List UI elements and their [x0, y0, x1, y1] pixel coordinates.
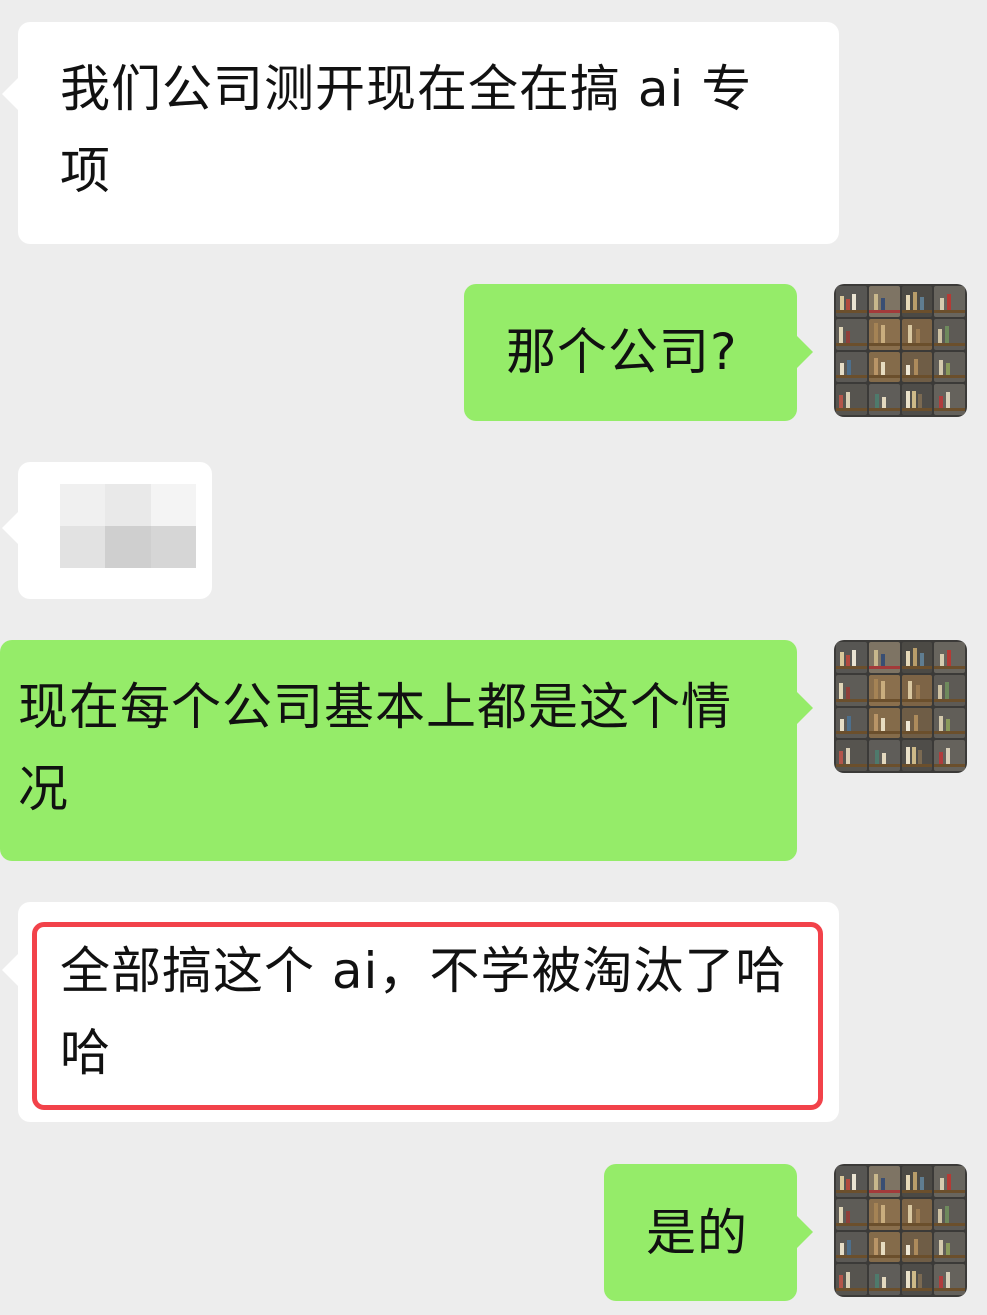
bookshelf-avatar-icon [836, 642, 867, 673]
bookshelf-avatar-icon [836, 1166, 867, 1197]
bubble-tail [2, 954, 18, 986]
message-bubble-incoming[interactable]: 我们公司测开现在全在搞 ai 专项 [2, 22, 839, 244]
user-avatar[interactable] [834, 1164, 967, 1297]
bubble-tail [2, 78, 18, 110]
message-bubble-outgoing[interactable]: 是的 [604, 1164, 813, 1301]
message-bubble-outgoing[interactable]: 那个公司? [464, 284, 813, 421]
bubble-tail [797, 692, 813, 724]
bubble-tail [797, 1216, 813, 1248]
highlight-annotation-box [32, 922, 823, 1110]
message-text: 现在每个公司基本上都是这个情况 [18, 678, 732, 818]
message-bubble-incoming-redacted[interactable] [2, 462, 212, 599]
message-text: 我们公司测开现在全在搞 ai 专项 [60, 60, 753, 200]
blurred-content [60, 484, 196, 568]
message-text: 是的 [646, 1204, 748, 1262]
user-avatar[interactable] [834, 640, 967, 773]
bookshelf-avatar-icon [836, 286, 867, 317]
message-bubble-outgoing[interactable]: 现在每个公司基本上都是这个情况 [0, 640, 813, 861]
message-bubble-incoming-highlighted[interactable]: 全部搞这个 ai，不学被淘汰了哈哈 [2, 902, 839, 1122]
bubble-tail [2, 512, 18, 544]
user-avatar[interactable] [834, 284, 967, 417]
message-text: 那个公司? [506, 323, 738, 381]
bubble-tail [797, 336, 813, 368]
